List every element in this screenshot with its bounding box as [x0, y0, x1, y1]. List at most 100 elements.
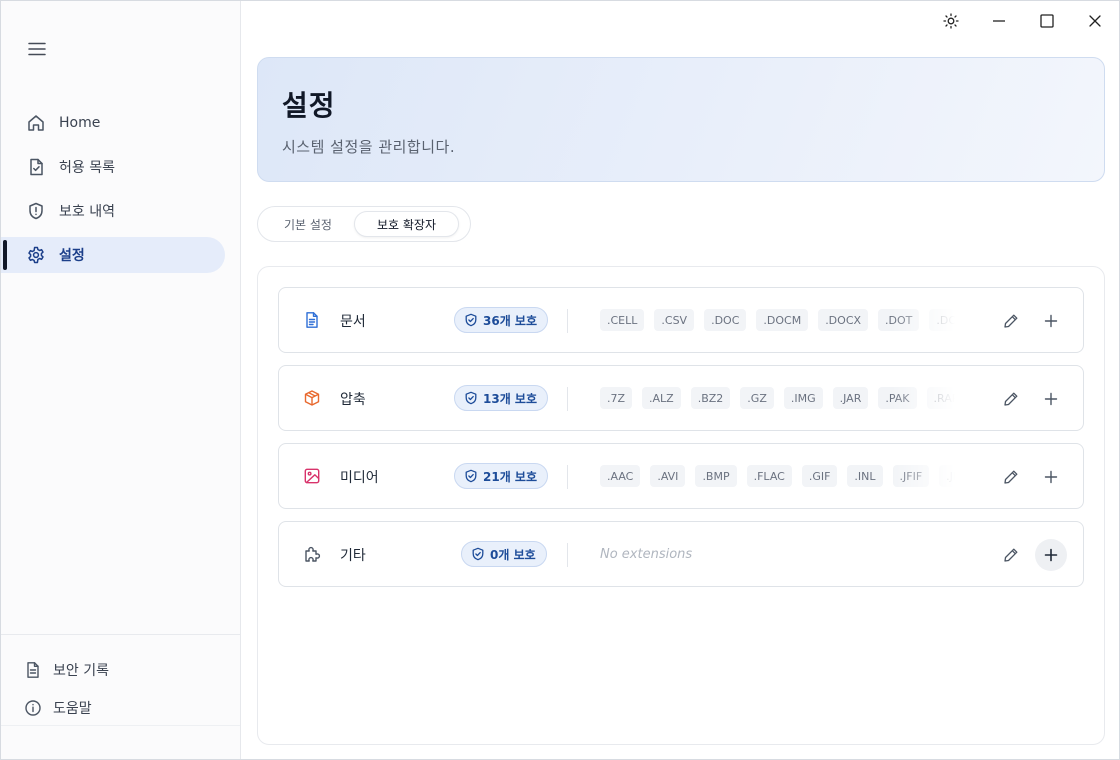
gear-icon	[26, 245, 46, 265]
sidebar-item-security-log[interactable]: 보안 기록	[1, 651, 240, 689]
protected-count-badge: 21개 보호	[454, 463, 548, 489]
plus-icon	[1044, 314, 1058, 328]
category-card-other: 기타 0개 보호 No extensions	[278, 521, 1084, 587]
pencil-icon	[1004, 314, 1018, 328]
extension-chip: .IMG	[783, 387, 823, 409]
sidebar-item-settings[interactable]: 설정	[1, 237, 225, 273]
settings-tabs: 기본 설정 보호 확장자	[257, 206, 471, 242]
sidebar-item-help[interactable]: 도움말	[1, 689, 240, 727]
extension-chip: .FLAC	[746, 465, 792, 487]
shield-check-icon	[465, 313, 477, 327]
plus-icon	[1044, 392, 1058, 406]
extensions-panel: 문서 36개 보호 .CELL .CSV .DOC .DOCM .DOCX .D…	[257, 266, 1105, 745]
pencil-icon	[1004, 548, 1018, 562]
pencil-icon	[1004, 392, 1018, 406]
tab-protected-extensions[interactable]: 보호 확장자	[353, 211, 459, 237]
category-name: 압축	[340, 392, 366, 408]
extension-chip: .GIF	[801, 465, 838, 487]
extension-chips: .AAC .AVI .BMP .FLAC .GIF .INL .JFIF .JP…	[600, 465, 955, 489]
divider	[567, 387, 568, 411]
category-card-media: 미디어 21개 보호 .AAC .AVI .BMP .FLAC .GIF .IN…	[278, 443, 1084, 509]
badge-label: 13개 보호	[483, 391, 537, 406]
puzzle-icon	[303, 545, 321, 563]
minimize-icon	[993, 20, 1005, 22]
sidebar-item-label: 보호 내역	[59, 204, 115, 220]
category-name: 미디어	[340, 470, 379, 486]
shield-alert-icon	[26, 201, 46, 221]
title-bar-controls	[927, 1, 1119, 41]
add-extension-button[interactable]	[1035, 305, 1067, 337]
add-extension-button[interactable]	[1035, 539, 1067, 571]
extension-chip: .7Z	[600, 387, 633, 409]
maximize-icon	[1040, 14, 1054, 28]
extension-chip: .JPEG	[939, 465, 955, 487]
plus-icon	[1044, 548, 1058, 562]
protected-count-badge: 36개 보호	[454, 307, 548, 333]
extension-chip: .INL	[847, 465, 883, 487]
image-icon	[303, 467, 321, 485]
edit-button[interactable]	[995, 461, 1027, 493]
extension-chip: .GZ	[740, 387, 774, 409]
extension-chip: .JAR	[832, 387, 869, 409]
extension-chip: .AAC	[600, 465, 641, 487]
document-icon	[303, 311, 321, 329]
badge-label: 21개 보호	[483, 469, 537, 484]
close-icon	[1089, 15, 1101, 27]
category-name: 문서	[340, 314, 366, 330]
protected-count-badge: 13개 보호	[454, 385, 548, 411]
shield-check-icon	[472, 547, 484, 561]
sidebar-nav: Home 허용 목록 보호 내역 설정	[1, 105, 241, 281]
sidebar-item-label: 보안 기록	[53, 663, 109, 679]
maximize-button[interactable]	[1023, 1, 1071, 41]
empty-extensions-note: No extensions	[600, 547, 693, 562]
divider	[567, 309, 568, 333]
extension-chip: .DOC	[704, 309, 747, 331]
add-extension-button[interactable]	[1035, 383, 1067, 415]
sidebar-item-label: 설정	[59, 248, 85, 264]
tab-general-settings[interactable]: 기본 설정	[262, 211, 354, 237]
extension-chip: .DOCX	[818, 309, 869, 331]
divider	[567, 465, 568, 489]
extension-chip: .BZ2	[690, 387, 731, 409]
sidebar-item-home[interactable]: Home	[1, 105, 225, 141]
menu-toggle-button[interactable]	[25, 37, 49, 61]
sidebar-item-label: Home	[59, 115, 101, 131]
app-window: Home 허용 목록 보호 내역 설정 보안 기록 도움말 설정 시스템 설정을…	[0, 0, 1120, 760]
file-check-icon	[26, 157, 46, 177]
extension-chip: .PAK	[878, 387, 917, 409]
category-card-archives: 압축 13개 보호 .7Z .ALZ .BZ2 .GZ .IMG .JAR .P…	[278, 365, 1084, 431]
extension-chip: .DOCM	[756, 309, 809, 331]
pencil-icon	[1004, 470, 1018, 484]
extension-chip: .RAR	[926, 387, 955, 409]
minimize-button[interactable]	[975, 1, 1023, 41]
home-icon	[26, 113, 46, 133]
extension-chip: .ALZ	[642, 387, 681, 409]
page-subtitle: 시스템 설정을 관리합니다.	[282, 138, 456, 156]
sun-icon	[943, 13, 959, 29]
info-icon	[24, 699, 42, 717]
close-button[interactable]	[1071, 1, 1119, 41]
extension-chip: .AVI	[650, 465, 686, 487]
extension-chip: .CELL	[600, 309, 645, 331]
extension-chip: .CSV	[654, 309, 695, 331]
add-extension-button[interactable]	[1035, 461, 1067, 493]
shield-check-icon	[465, 469, 477, 483]
extension-chip: .BMP	[695, 465, 737, 487]
sidebar-item-protection-history[interactable]: 보호 내역	[1, 193, 225, 229]
sidebar-item-allowlist[interactable]: 허용 목록	[1, 149, 225, 185]
sidebar-item-label: 도움말	[53, 701, 92, 717]
category-name: 기타	[340, 548, 366, 564]
page-title: 설정	[282, 89, 336, 122]
document-icon	[24, 661, 42, 679]
extension-chips: .7Z .ALZ .BZ2 .GZ .IMG .JAR .PAK .RAR	[600, 387, 955, 411]
extension-chip: .DOTM	[929, 309, 955, 331]
hamburger-icon	[28, 42, 46, 56]
edit-button[interactable]	[995, 383, 1027, 415]
page-header: 설정 시스템 설정을 관리합니다.	[257, 57, 1105, 182]
theme-toggle-button[interactable]	[927, 1, 975, 41]
package-icon	[303, 389, 321, 407]
plus-icon	[1044, 470, 1058, 484]
edit-button[interactable]	[995, 539, 1027, 571]
edit-button[interactable]	[995, 305, 1027, 337]
extension-chip: .JFIF	[892, 465, 930, 487]
